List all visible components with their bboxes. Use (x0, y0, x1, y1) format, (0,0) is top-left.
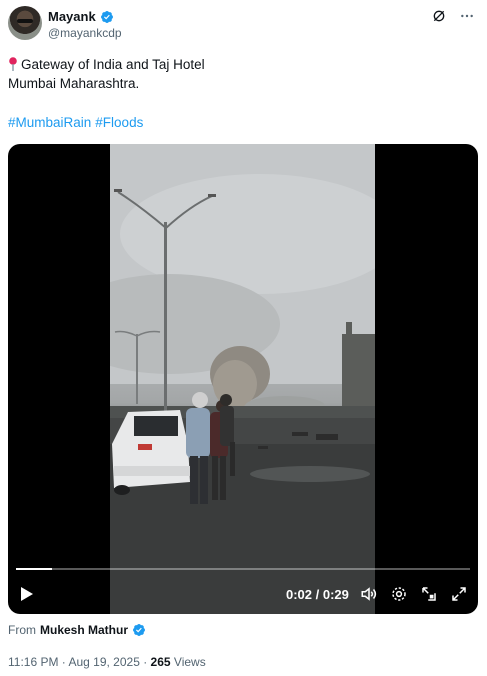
hashtag-floods[interactable]: #Floods (95, 115, 143, 130)
verified-badge-icon (100, 10, 113, 23)
post-meta: 11:16 PM · Aug 19, 2025 · 265 Views (8, 655, 206, 669)
pip-icon[interactable] (420, 585, 438, 603)
progress-fill (16, 568, 52, 570)
hashtag-list: #MumbaiRain #Floods (8, 115, 147, 130)
grok-icon[interactable] (431, 8, 447, 24)
post-line-2: Mumbai Maharashtra. (8, 76, 140, 91)
post-text: Gateway of India and Taj Hotel Mumbai Ma… (8, 55, 479, 93)
progress-bar[interactable] (16, 568, 470, 570)
views-count: 265 (150, 655, 171, 669)
settings-gear-icon[interactable] (390, 585, 408, 603)
author-name-row[interactable]: Mayank (48, 9, 114, 24)
video-time: 0:02 / 0:29 (286, 587, 349, 602)
post-line-1-text: Gateway of India and Taj Hotel (21, 57, 205, 72)
post-line-1: Gateway of India and Taj Hotel (8, 55, 479, 74)
avatar[interactable] (8, 6, 42, 40)
views-label: Views (173, 655, 206, 669)
video-player[interactable]: 0:02 / 0:29 (8, 144, 478, 614)
video-controls: 0:02 / 0:29 (8, 580, 478, 608)
author-handle[interactable]: @mayankcdp (48, 26, 122, 40)
play-icon[interactable] (20, 586, 34, 602)
header-actions (431, 8, 475, 24)
location-pin-icon (9, 57, 17, 71)
verified-badge-icon (133, 624, 145, 636)
hashtag-mumbairain[interactable]: #MumbaiRain (8, 115, 91, 130)
volume-icon[interactable] (360, 585, 378, 603)
more-options-icon[interactable] (459, 8, 475, 24)
author-name[interactable]: Mayank (48, 9, 96, 24)
from-label: From (8, 623, 36, 637)
fullscreen-icon[interactable] (450, 585, 468, 603)
video-scene (110, 144, 375, 614)
video-frame[interactable] (110, 144, 375, 614)
from-author-name[interactable]: Mukesh Mathur (40, 623, 128, 637)
video-attribution: From Mukesh Mathur (8, 623, 146, 637)
post-timestamp[interactable]: 11:16 PM · Aug 19, 2025 · (8, 655, 147, 669)
post-header: Mayank @mayankcdp (8, 6, 479, 46)
